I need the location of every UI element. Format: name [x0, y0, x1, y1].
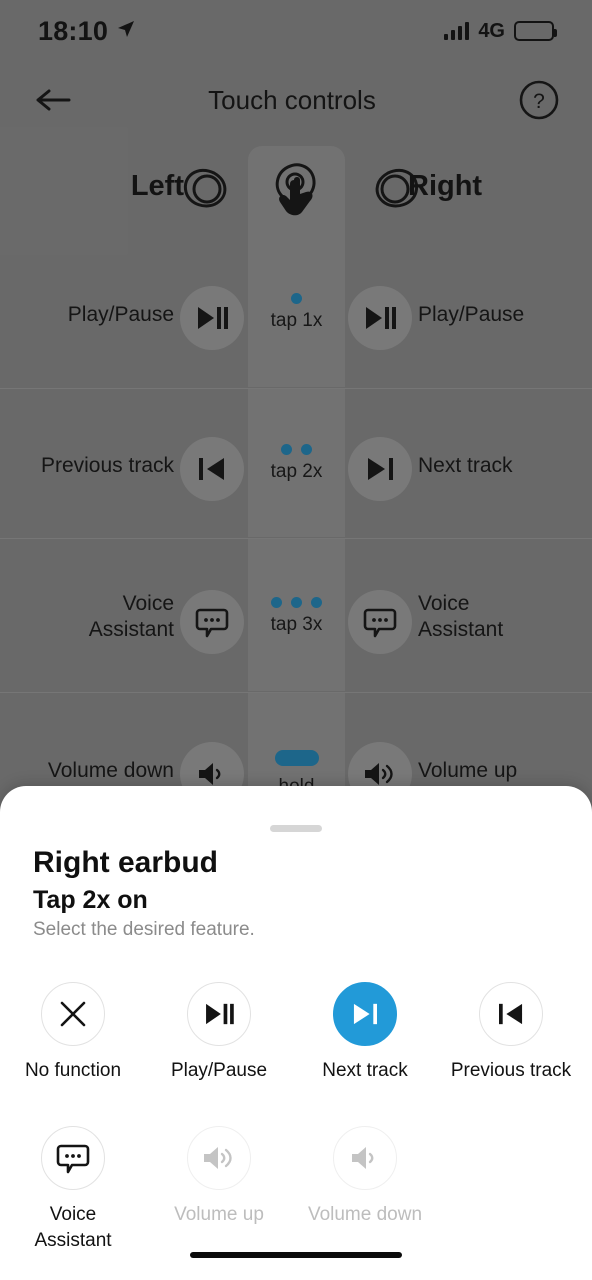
left-action-label-line1: Voice [122, 592, 174, 615]
drag-handle[interactable] [270, 825, 322, 832]
feature-options-grid: No function Play/Pause Next track Previo… [0, 972, 592, 1254]
touch-control-row: Play/Pause tap 1x Play/Pause [0, 282, 592, 354]
tap-hand-icon [272, 158, 324, 225]
hold-pill-icon [248, 750, 345, 771]
home-indicator [190, 1252, 402, 1258]
option-label: Volume down [307, 1204, 423, 1225]
gesture-label: tap 1x [270, 310, 323, 331]
svg-text:?: ? [533, 90, 545, 113]
close-x-icon [41, 982, 105, 1046]
previous-track-icon [479, 982, 543, 1046]
right-action-label: Next track [418, 454, 513, 477]
volume-down-icon [333, 1126, 397, 1190]
option-label-line2: Assistant [34, 1230, 112, 1251]
option-label: Volume up [174, 1204, 264, 1225]
option-no-function[interactable]: No function [0, 972, 146, 1084]
row-divider [0, 538, 592, 539]
option-label: Previous track [450, 1060, 572, 1081]
tap-dots-icon [248, 596, 345, 609]
status-bar-left: 18:10 [38, 16, 136, 47]
gesture-indicator: tap 1x [248, 292, 345, 332]
play-pause-icon [187, 982, 251, 1046]
option-empty-slot [438, 1116, 584, 1254]
option-label-line1: Voice [49, 1204, 97, 1225]
tap-dots-icon [248, 443, 345, 456]
touch-control-row: Previous track tap 2x Next track [0, 433, 592, 505]
option-volume-up[interactable]: Volume up [146, 1116, 292, 1254]
status-bar: 18:10 4G [0, 0, 592, 62]
gesture-indicator: tap 2x [248, 443, 345, 483]
option-label: Play/Pause [170, 1060, 268, 1081]
left-action-label: Voice Assistant [0, 591, 174, 643]
sheet-title: Right earbud [33, 846, 218, 879]
option-label: Voice Assistant [34, 1202, 111, 1254]
volume-up-icon [187, 1126, 251, 1190]
right-action-label: Play/Pause [418, 303, 525, 326]
right-action-label: Voice Assistant [418, 591, 592, 643]
option-next-track[interactable]: Next track [292, 972, 438, 1084]
option-previous-track[interactable]: Previous track [438, 972, 584, 1084]
sheet-hint: Select the desired feature. [33, 919, 255, 940]
status-bar-right: 4G [444, 19, 557, 43]
left-action-icon-button[interactable] [180, 437, 244, 501]
feature-options-row: Voice Assistant Volume up Volume down [0, 1116, 592, 1254]
left-action-label-line2: Assistant [88, 618, 174, 641]
left-earbud-label: Left [130, 170, 184, 202]
option-label: Next track [322, 1060, 408, 1081]
right-action-label-line1: Voice [418, 592, 470, 615]
help-button[interactable]: ? [512, 73, 566, 127]
right-earbud-label: Right [408, 170, 483, 202]
tap-dots-icon [248, 292, 345, 305]
option-volume-down[interactable]: Volume down [292, 1116, 438, 1254]
left-action-icon-button[interactable] [180, 590, 244, 654]
bottom-sheet: Right earbud Tap 2x on Select the desire… [0, 786, 592, 1280]
row-divider [0, 388, 592, 389]
option-play-pause[interactable]: Play/Pause [146, 972, 292, 1084]
voice-assistant-icon [41, 1126, 105, 1190]
left-action-label: Play/Pause [67, 303, 174, 326]
right-action-icon-button[interactable] [348, 590, 412, 654]
gesture-label: tap 3x [270, 614, 323, 635]
sheet-subtitle: Tap 2x on [33, 886, 148, 914]
earbud-left-icon [176, 160, 234, 223]
cellular-signal-icon [444, 22, 470, 40]
feature-options-row: No function Play/Pause Next track Previo… [0, 972, 592, 1084]
option-label: No function [24, 1060, 122, 1081]
gesture-indicator: tap 3x [248, 596, 345, 636]
touch-control-row: Voice Assistant tap 3x Voice Assistant [0, 586, 592, 658]
status-time: 18:10 [38, 15, 109, 46]
battery-icon [514, 21, 557, 41]
nav-bar: Touch controls ? [0, 62, 592, 138]
gesture-label: tap 2x [270, 461, 323, 482]
right-action-label: Volume up [418, 759, 518, 782]
right-action-icon-button[interactable] [348, 437, 412, 501]
row-divider [0, 692, 592, 693]
left-action-label: Previous track [40, 454, 174, 477]
option-voice-assistant[interactable]: Voice Assistant [0, 1116, 146, 1254]
earbud-header-row: Left Right [0, 160, 592, 222]
location-arrow-icon [116, 19, 136, 44]
next-track-icon [333, 982, 397, 1046]
left-action-icon-button[interactable] [180, 286, 244, 350]
right-action-icon-button[interactable] [348, 286, 412, 350]
page-title: Touch controls [208, 84, 376, 115]
right-action-label-line2: Assistant [418, 618, 504, 641]
network-type-label: 4G [478, 19, 505, 42]
left-action-label: Volume down [47, 759, 174, 782]
